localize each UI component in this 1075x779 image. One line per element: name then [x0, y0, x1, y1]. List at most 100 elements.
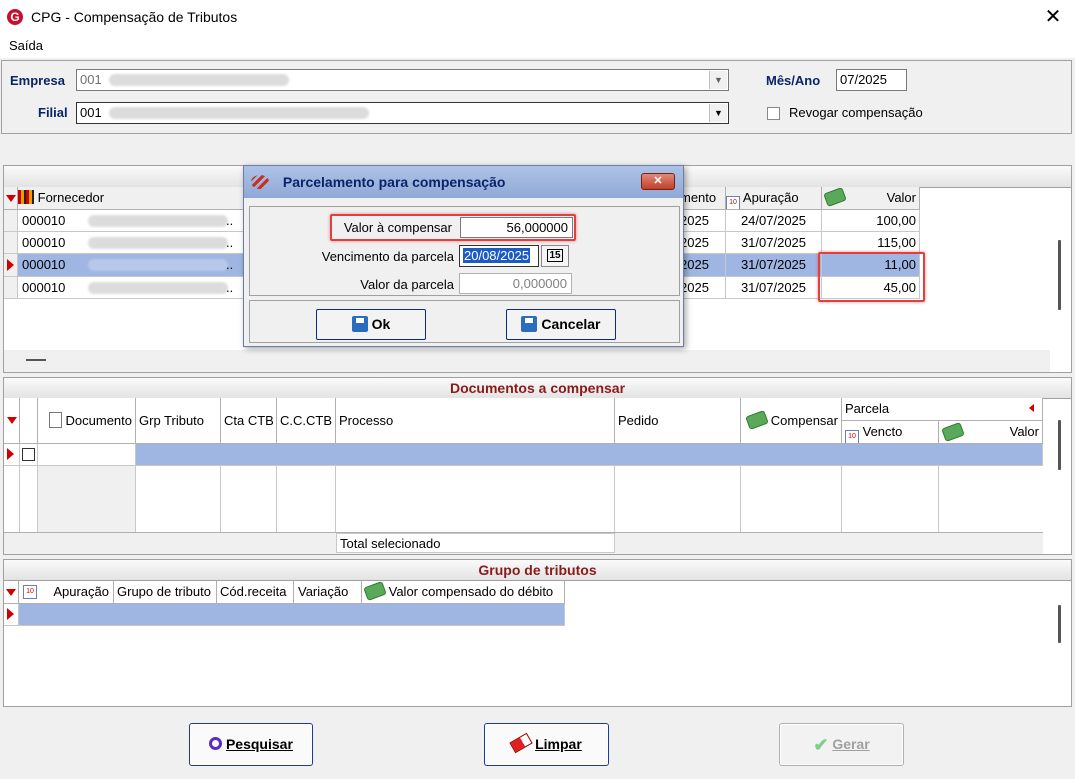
chevron-down-icon[interactable]: ▼: [709, 71, 727, 89]
calendar-icon[interactable]: 15: [541, 245, 569, 267]
vencimento-parcela-input[interactable]: 20/08/2025: [459, 245, 539, 267]
row-indicator-col: [4, 466, 20, 532]
col-documento[interactable]: Documento: [38, 398, 136, 444]
scrollbar-thumb[interactable]: [1058, 605, 1061, 643]
row-indicator: [4, 232, 18, 254]
app-logo-icon: G: [7, 9, 23, 25]
cell-apuracao[interactable]: 31/07/2025: [726, 232, 822, 254]
cell-documento[interactable]: [38, 444, 136, 466]
col-apuracao[interactable]: 10 Apuração: [19, 581, 114, 604]
cell-vencimento[interactable]: 2025: [680, 254, 726, 277]
col-grupo-tributo[interactable]: Grupo de tributo: [114, 581, 217, 604]
cell-vencimento[interactable]: 2025: [680, 277, 726, 299]
gerar-button[interactable]: ✔ Gerar: [779, 723, 904, 766]
row-indicator: [4, 444, 20, 466]
row-indicator-header: [4, 187, 18, 210]
vencimento-parcela-value: 20/08/2025: [463, 248, 531, 263]
row-indicator-header: [4, 398, 20, 444]
dialog-title: Parcelamento para compensação: [282, 174, 506, 190]
chevron-down-icon[interactable]: ▼: [709, 104, 727, 122]
close-icon[interactable]: ✕: [1041, 4, 1065, 30]
cell-ellipsis: ..: [226, 257, 234, 272]
cell-apuracao[interactable]: 31/07/2025: [726, 277, 822, 299]
save-icon: [521, 316, 538, 332]
money-icon: [941, 422, 965, 442]
parcelamento-dialog: Parcelamento para compensação ✕ Valor à …: [243, 165, 684, 347]
col-vencimento[interactable]: mento: [680, 187, 726, 210]
row-indicator-header: [4, 581, 19, 604]
filial-select[interactable]: 001 ▼: [76, 102, 729, 124]
mes-ano-input[interactable]: 07/2025: [836, 69, 907, 91]
grid-footer: [4, 350, 1050, 372]
scrollbar-thumb[interactable]: [1058, 420, 1061, 470]
col-valor-compensado[interactable]: Valor compensado do débito: [362, 581, 565, 604]
menu-item-saida[interactable]: Saída: [9, 38, 43, 53]
cell-valor[interactable]: 115,00: [822, 232, 920, 254]
col-cc-ctb[interactable]: C.C.CTB: [277, 398, 336, 444]
row-indicator: [4, 604, 19, 626]
scrollbar-thumb[interactable]: [1058, 240, 1061, 310]
col-compensar[interactable]: Compensar: [741, 398, 842, 444]
cell-fornecedor: 000010: [22, 213, 66, 228]
money-icon: [745, 410, 769, 430]
dialog-logo-icon: [251, 175, 269, 189]
col-valor[interactable]: Valor: [822, 187, 920, 210]
ok-button[interactable]: Ok: [316, 309, 426, 340]
cell-vencimento[interactable]: 2025: [680, 232, 726, 254]
row-indicator: [4, 277, 18, 299]
cancel-label: Cancelar: [541, 316, 601, 332]
table-row[interactable]: 000010..: [18, 277, 244, 299]
table-row-selected[interactable]: [136, 444, 1043, 466]
pesquisar-button[interactable]: Pesquisar: [189, 723, 313, 766]
col-vencto[interactable]: 10 Vencto: [842, 421, 939, 444]
revogar-checkbox[interactable]: [767, 107, 780, 120]
cell-ellipsis: ..: [226, 280, 234, 295]
cell-apuracao[interactable]: 31/07/2025: [726, 254, 822, 277]
col-variacao[interactable]: Variação: [294, 581, 362, 604]
row-checkbox-cell[interactable]: [20, 444, 38, 466]
check-icon: ✔: [813, 735, 829, 755]
checkbox-col: [20, 466, 38, 532]
collapse-arrow-icon[interactable]: [1029, 404, 1034, 412]
cell-apuracao[interactable]: 24/07/2025: [726, 210, 822, 232]
valor-parcela-input[interactable]: 0,000000: [459, 273, 572, 294]
cell-valor[interactable]: 100,00: [822, 210, 920, 232]
revogar-label: Revogar compensação: [789, 105, 923, 120]
limpar-button[interactable]: Limpar: [484, 723, 609, 766]
col-cod-receita[interactable]: Cód.receita: [217, 581, 294, 604]
row-indicator: [4, 210, 18, 232]
col-grp-tributo[interactable]: Grp Tributo: [136, 398, 221, 444]
empresa-select[interactable]: 001 ▼: [76, 69, 729, 91]
calendar-icon: 10: [23, 585, 37, 599]
filial-label: Filial: [38, 105, 68, 120]
table-row-selected[interactable]: [19, 604, 565, 626]
money-icon: [823, 187, 847, 207]
table-row-selected[interactable]: 000010..: [18, 254, 244, 277]
col-apuracao[interactable]: 10 Apuração: [726, 187, 822, 210]
col-valor-label: Valor: [886, 190, 916, 205]
col-processo[interactable]: Processo: [336, 398, 615, 444]
col-cta-ctb[interactable]: Cta CTB: [221, 398, 277, 444]
cell-ellipsis: ..: [226, 213, 234, 228]
col-valor[interactable]: Valor: [939, 421, 1043, 444]
compensar-col: [741, 466, 842, 532]
valor-parcela-label: Valor da parcela: [360, 277, 454, 292]
tributos-title: Grupo de tributos: [4, 560, 1071, 581]
row-checkbox[interactable]: [22, 448, 35, 461]
cell-fornecedor: 000010: [22, 235, 66, 250]
cancel-button[interactable]: Cancelar: [506, 309, 616, 340]
highlight-box: [330, 214, 576, 241]
row-indicator: [4, 254, 18, 277]
cell-vencimento[interactable]: 2025: [680, 210, 726, 232]
eraser-icon: [509, 732, 533, 754]
dialog-close-button[interactable]: ✕: [641, 173, 675, 190]
table-row[interactable]: 000010..: [18, 232, 244, 254]
col-pedido[interactable]: Pedido: [615, 398, 741, 444]
vencto-col: [842, 466, 939, 532]
save-icon: [351, 316, 368, 332]
col-group-parcela[interactable]: Parcela: [842, 398, 1043, 421]
ok-label: Ok: [371, 316, 391, 332]
col-fornecedor[interactable]: Fornecedor: [18, 187, 244, 210]
grp-col: [136, 466, 221, 532]
table-row[interactable]: 000010..: [18, 210, 244, 232]
